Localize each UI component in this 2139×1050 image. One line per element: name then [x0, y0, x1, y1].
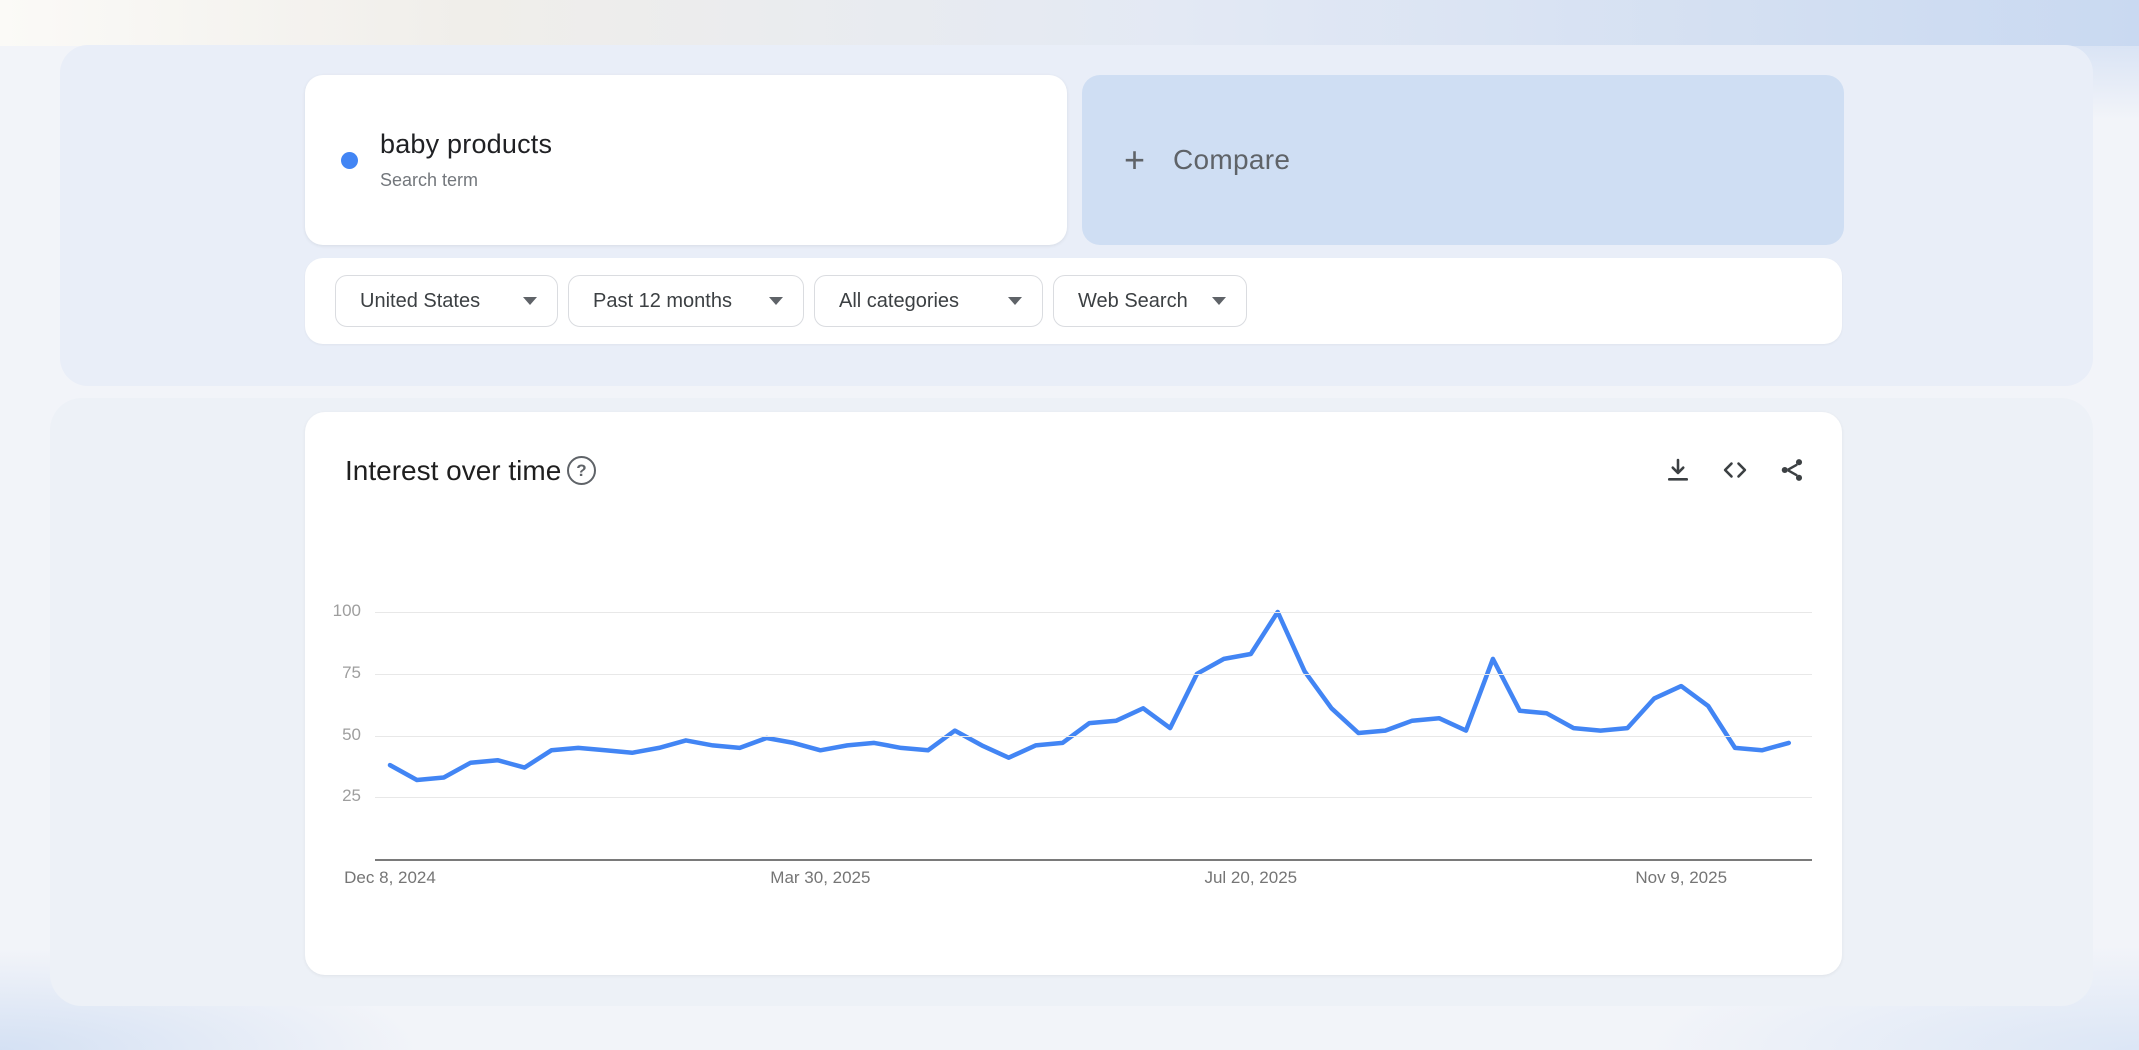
- x-axis-label: Nov 9, 2025: [1635, 868, 1728, 887]
- gridline: [375, 735, 1812, 737]
- time-filter-label: Past 12 months: [593, 289, 732, 312]
- y-axis-label: 100: [332, 601, 361, 620]
- chevron-down-icon: [523, 297, 537, 305]
- search-type-filter-dropdown[interactable]: Web Search: [1053, 275, 1247, 327]
- plot-area[interactable]: 25 50 75 100 Dec 8, 2024 Mar 30, 2025 Jul 20, …: [305, 412, 1842, 975]
- gridline: [375, 797, 1812, 799]
- chevron-down-icon: [1008, 297, 1022, 305]
- trend-chart: [387, 609, 1792, 783]
- filter-bar: United States Past 12 months All categor…: [305, 258, 1842, 344]
- interest-over-time-card: Interest over time ? 25 50 75 100 Dec 8,…: [305, 412, 1842, 975]
- plus-icon: +: [1124, 139, 1146, 180]
- geo-filter-dropdown[interactable]: United States: [335, 275, 558, 327]
- y-axis-label: 75: [342, 662, 361, 682]
- search-type-filter-label: Web Search: [1078, 289, 1188, 312]
- geo-filter-label: United States: [360, 289, 481, 312]
- gridline: [375, 612, 1812, 613]
- search-term-label: baby products: [380, 129, 553, 159]
- trend-line: [387, 609, 1792, 783]
- results-panel: Interest over time ? 25 50 75 100 Dec 8,…: [50, 398, 2093, 1006]
- page-top-gradient: [0, 0, 2139, 46]
- search-term-card[interactable]: baby products Search term: [305, 75, 1067, 245]
- x-axis-label: Mar 30, 2025: [770, 868, 871, 887]
- category-filter-dropdown[interactable]: All categories: [814, 275, 1043, 327]
- chevron-down-icon: [1212, 297, 1226, 305]
- compare-add-button[interactable]: + Compare: [1082, 75, 1844, 245]
- y-axis-label: 25: [342, 786, 361, 806]
- x-axis-label: Jul 20, 2025: [1204, 868, 1298, 887]
- category-filter-label: All categories: [839, 289, 960, 312]
- explore-controls-panel: baby products Search term + Compare Unit…: [60, 45, 2093, 386]
- search-term-type: Search term: [380, 170, 479, 190]
- x-axis-label: Dec 8, 2024: [344, 868, 436, 887]
- series-color-dot: [341, 151, 358, 169]
- time-filter-dropdown[interactable]: Past 12 months: [568, 275, 804, 327]
- chevron-down-icon: [769, 297, 783, 305]
- gridline: [375, 673, 1812, 675]
- compare-label: Compare: [1173, 144, 1291, 175]
- y-axis-label: 50: [342, 724, 361, 744]
